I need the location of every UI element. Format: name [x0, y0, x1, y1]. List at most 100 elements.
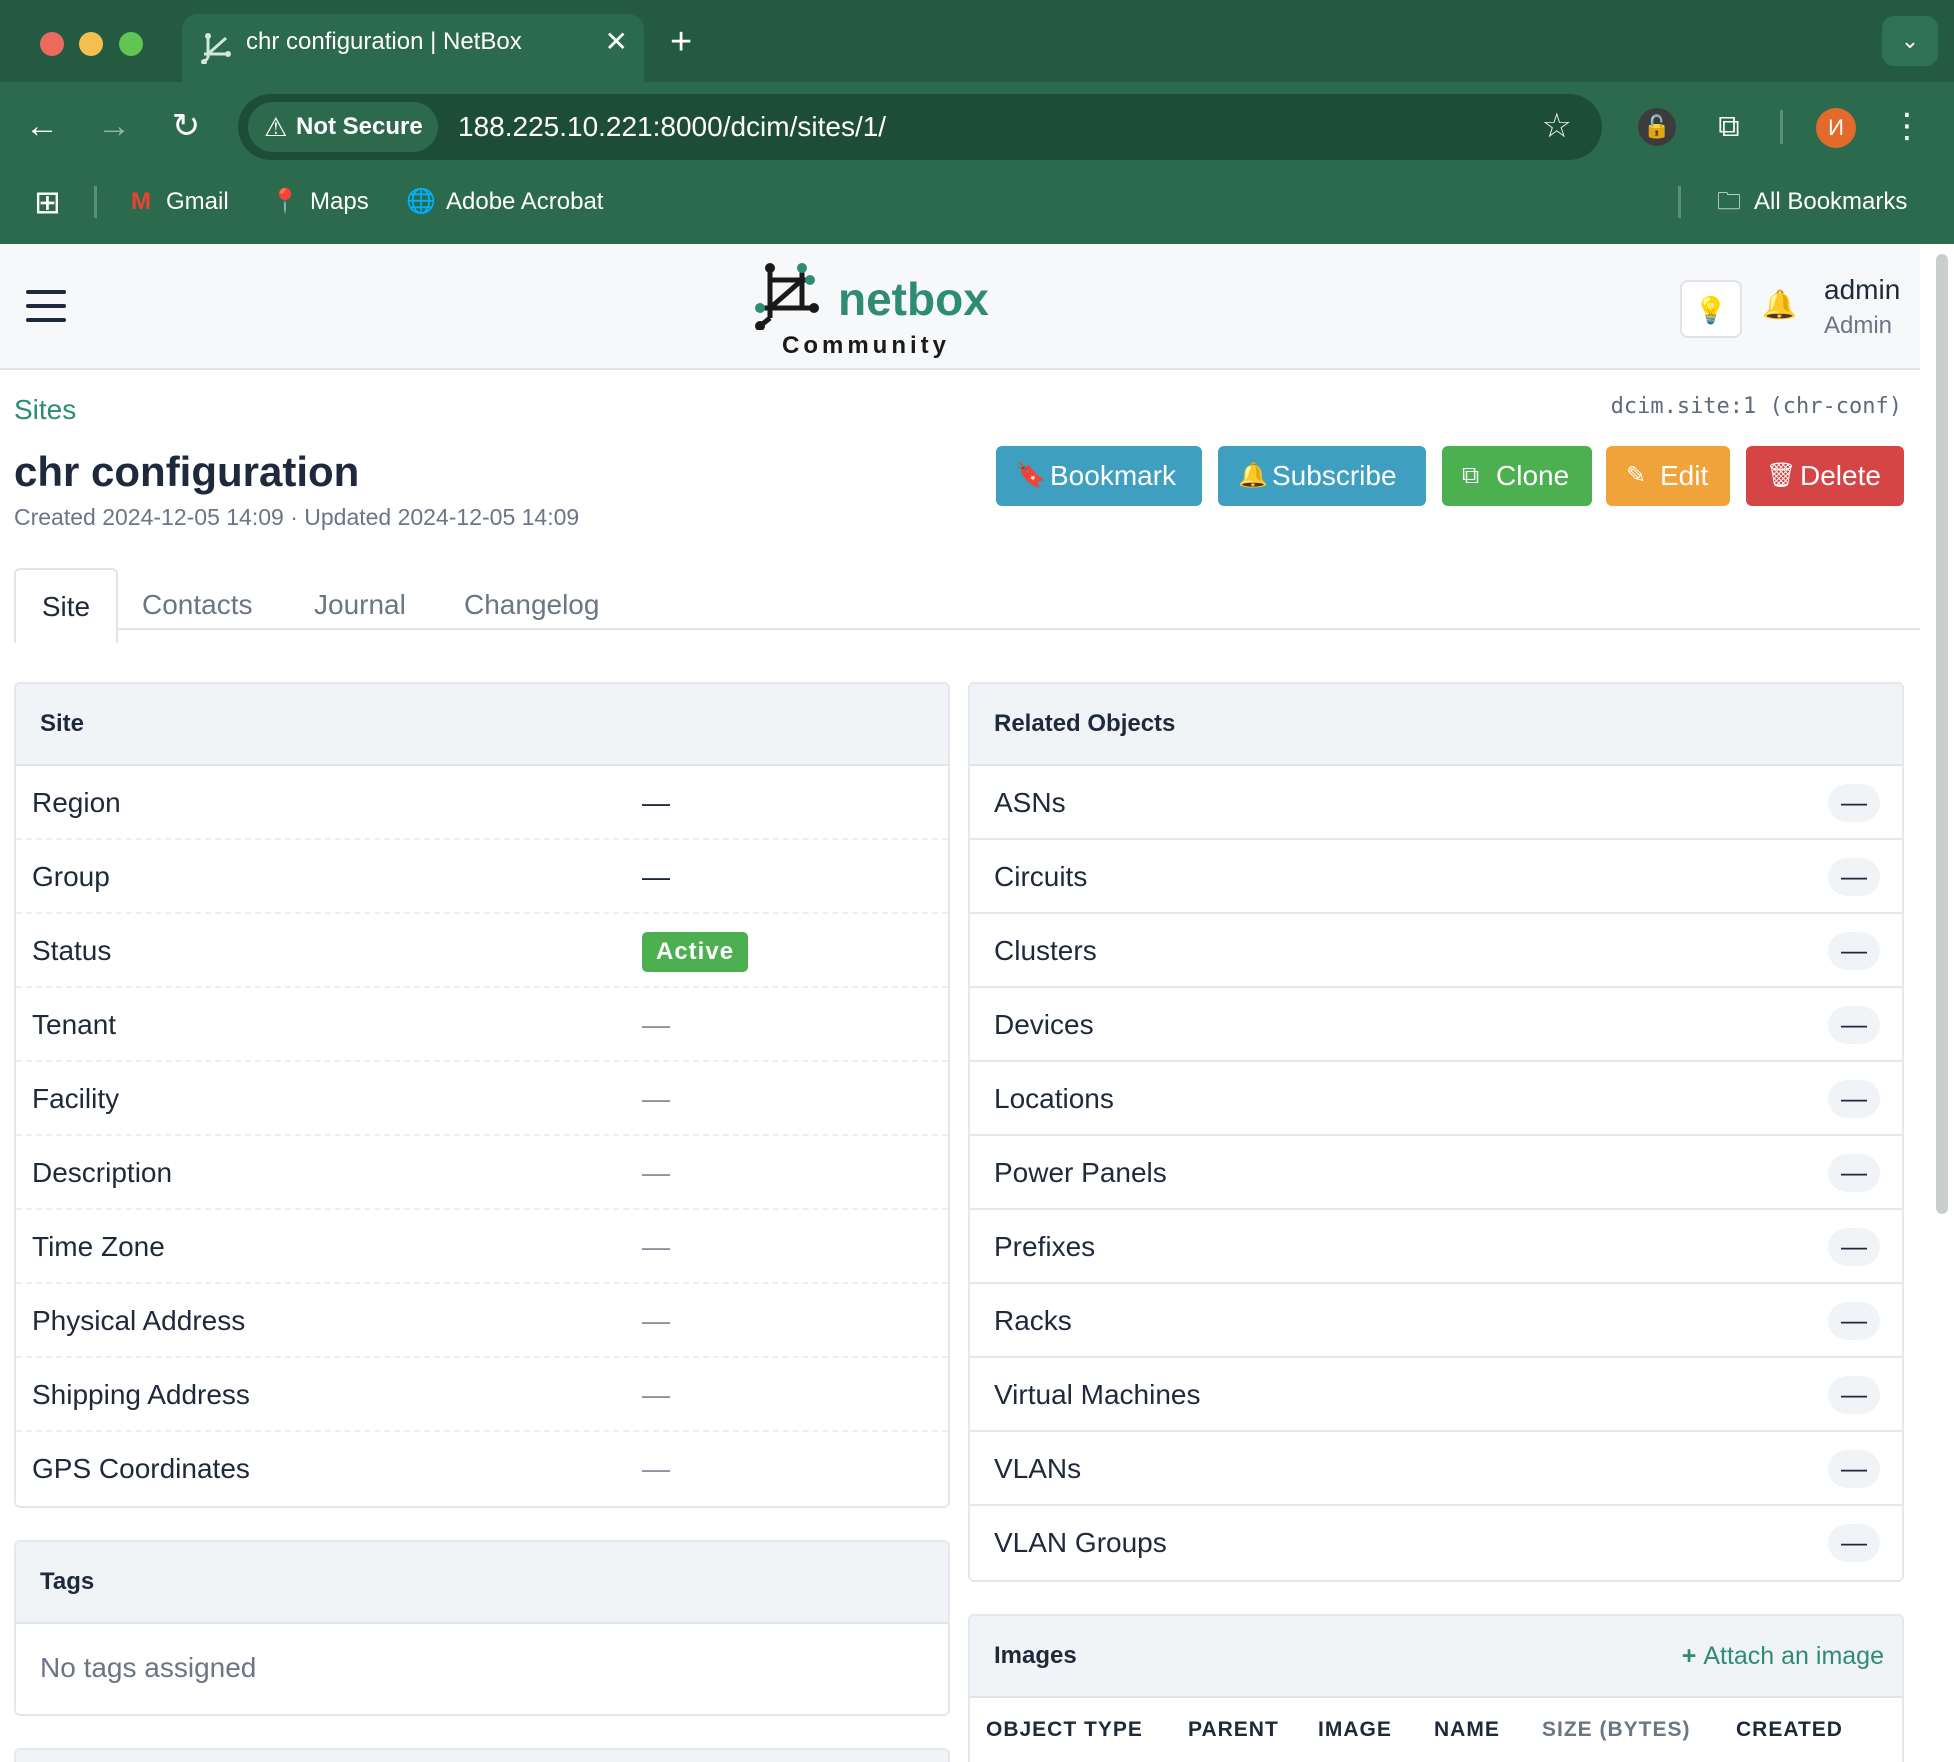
- new-tab-icon[interactable]: +: [670, 22, 692, 62]
- theme-toggle-button[interactable]: 💡: [1680, 280, 1742, 338]
- count-badge: —: [1828, 1228, 1880, 1266]
- maximize-window-button[interactable]: [119, 32, 143, 56]
- all-bookmarks[interactable]: 🗀 All Bookmarks: [1714, 180, 1907, 224]
- reload-icon[interactable]: ↻: [164, 104, 208, 148]
- subscribe-button[interactable]: 🔔 Subscribe: [1218, 446, 1426, 506]
- related-label[interactable]: Prefixes: [994, 1210, 1095, 1284]
- security-label: Not Secure: [296, 113, 423, 140]
- row-value: —: [642, 1157, 670, 1188]
- lightbulb-icon: 💡: [1694, 295, 1728, 325]
- column-header[interactable]: CREATED: [1736, 1700, 1843, 1760]
- tab-search-icon[interactable]: ⌄: [1882, 16, 1938, 66]
- bookmark-acrobat-label: Adobe Acrobat: [446, 188, 604, 215]
- close-tab-icon[interactable]: ✕: [605, 28, 628, 56]
- delete-label: Delete: [1800, 460, 1881, 491]
- bookmarks-divider-right: [1678, 186, 1681, 218]
- netbox-logo[interactable]: netbox Community: [752, 254, 1002, 364]
- count-badge: —: [1828, 1154, 1880, 1192]
- row-value: —: [642, 1453, 670, 1484]
- count-badge: —: [1828, 1376, 1880, 1414]
- column-header[interactable]: IMAGE: [1318, 1700, 1392, 1760]
- site-row-status: Status Active: [16, 914, 948, 988]
- related-row-racks[interactable]: Racks —: [970, 1284, 1902, 1358]
- column-header[interactable]: SIZE (BYTES): [1542, 1700, 1691, 1760]
- warning-icon: ⚠: [264, 112, 288, 142]
- user-name[interactable]: admin: [1824, 274, 1900, 306]
- related-row-devices[interactable]: Devices —: [970, 988, 1902, 1062]
- minimize-window-button[interactable]: [79, 32, 103, 56]
- profile-avatar[interactable]: И: [1816, 108, 1856, 148]
- related-row-vlan-groups[interactable]: VLAN Groups —: [970, 1506, 1902, 1580]
- column-header[interactable]: PARENT: [1188, 1700, 1279, 1760]
- pencil-icon: ✎: [1626, 462, 1647, 489]
- delete-button[interactable]: 🗑 Delete: [1746, 446, 1904, 506]
- security-chip[interactable]: ⚠ Not Secure: [248, 102, 438, 152]
- related-label[interactable]: Circuits: [994, 840, 1087, 914]
- notifications-bell-icon[interactable]: 🔔: [1762, 288, 1797, 321]
- apps-grid-icon[interactable]: ⊞: [34, 180, 61, 224]
- related-label[interactable]: Locations: [994, 1062, 1114, 1136]
- forward-arrow-icon[interactable]: →: [92, 104, 136, 148]
- gmail-icon: M: [131, 188, 151, 215]
- subscribe-label: Subscribe: [1272, 460, 1397, 491]
- related-row-circuits[interactable]: Circuits —: [970, 840, 1902, 914]
- bookmark-gmail-label: Gmail: [166, 188, 229, 215]
- bookmark-maps[interactable]: 📍 Maps: [270, 180, 369, 224]
- related-row-locations[interactable]: Locations —: [970, 1062, 1902, 1136]
- plus-icon: +: [1681, 1642, 1704, 1670]
- related-objects-card: Related Objects ASNs — Circuits — Clusters…: [968, 682, 1904, 1582]
- netbox-logo-icon: [755, 263, 819, 330]
- menu-toggle-icon[interactable]: [26, 290, 66, 322]
- url-text[interactable]: 188.225.10.221:8000/dcim/sites/1/: [458, 94, 886, 160]
- related-row-asns[interactable]: ASNs —: [970, 766, 1902, 840]
- breadcrumb-sites[interactable]: Sites: [14, 394, 76, 426]
- created-updated-meta: Created 2024-12-05 14:09 · Updated 2024-…: [14, 504, 580, 530]
- bookmark-adobe-acrobat[interactable]: 🌐 Adobe Acrobat: [406, 180, 603, 224]
- address-bar[interactable]: ⚠ Not Secure 188.225.10.221:8000/dcim/si…: [238, 94, 1602, 160]
- extension-lock-icon[interactable]: 🔓: [1638, 108, 1676, 146]
- related-label[interactable]: Power Panels: [994, 1136, 1167, 1210]
- tab-contacts[interactable]: Contacts: [142, 568, 253, 644]
- related-row-power-panels[interactable]: Power Panels —: [970, 1136, 1902, 1210]
- related-label[interactable]: ASNs: [994, 766, 1066, 840]
- related-label[interactable]: Clusters: [994, 914, 1097, 988]
- column-header[interactable]: NAME: [1434, 1700, 1500, 1760]
- page-scrollbar[interactable]: [1936, 254, 1948, 1214]
- bookmark-gmail[interactable]: M Gmail: [126, 180, 229, 224]
- related-row-virtual-machines[interactable]: Virtual Machines —: [970, 1358, 1902, 1432]
- all-bookmarks-label: All Bookmarks: [1754, 188, 1908, 215]
- site-row-physical-address: Physical Address —: [16, 1284, 948, 1358]
- related-label[interactable]: Devices: [994, 988, 1094, 1062]
- count-badge: —: [1828, 1006, 1880, 1044]
- related-label[interactable]: Racks: [994, 1284, 1072, 1358]
- tab-site[interactable]: Site: [14, 568, 118, 644]
- related-row-prefixes[interactable]: Prefixes —: [970, 1210, 1902, 1284]
- related-row-clusters[interactable]: Clusters —: [970, 914, 1902, 988]
- extensions-puzzle-icon[interactable]: ⧉: [1710, 108, 1748, 146]
- bookmark-star-icon[interactable]: ☆: [1542, 106, 1572, 146]
- related-label[interactable]: VLAN Groups: [994, 1506, 1167, 1580]
- browser-tab[interactable]: chr configuration | NetBox ✕: [182, 14, 644, 82]
- close-window-button[interactable]: [40, 32, 64, 56]
- browser-menu-icon[interactable]: ⋮: [1890, 104, 1924, 148]
- row-value[interactable]: —: [642, 840, 670, 914]
- bookmark-button[interactable]: 🔖 Bookmark: [996, 446, 1202, 506]
- next-card-partial: [14, 1748, 950, 1762]
- row-value[interactable]: —: [642, 766, 670, 840]
- related-label[interactable]: VLANs: [994, 1432, 1081, 1506]
- bookmark-label: Bookmark: [1050, 460, 1177, 491]
- related-row-vlans[interactable]: VLANs —: [970, 1432, 1902, 1506]
- attach-image-link[interactable]: + Attach an image: [1682, 1616, 1884, 1696]
- images-card: Images + Attach an image OBJECT TYPE PAR…: [968, 1614, 1904, 1762]
- edit-button[interactable]: ✎ Edit: [1606, 446, 1730, 506]
- tab-changelog[interactable]: Changelog: [464, 568, 599, 644]
- related-label[interactable]: Virtual Machines: [994, 1358, 1200, 1432]
- clone-button[interactable]: ⧉ Clone: [1442, 446, 1592, 506]
- row-value: —: [642, 1305, 670, 1336]
- maps-icon: 📍: [270, 188, 300, 215]
- column-header[interactable]: OBJECT TYPE: [986, 1700, 1143, 1760]
- tab-journal[interactable]: Journal: [314, 568, 406, 644]
- row-label: Group: [32, 861, 110, 892]
- tab-strip: chr configuration | NetBox ✕ + ⌄: [0, 0, 1954, 82]
- back-arrow-icon[interactable]: ←: [20, 104, 64, 148]
